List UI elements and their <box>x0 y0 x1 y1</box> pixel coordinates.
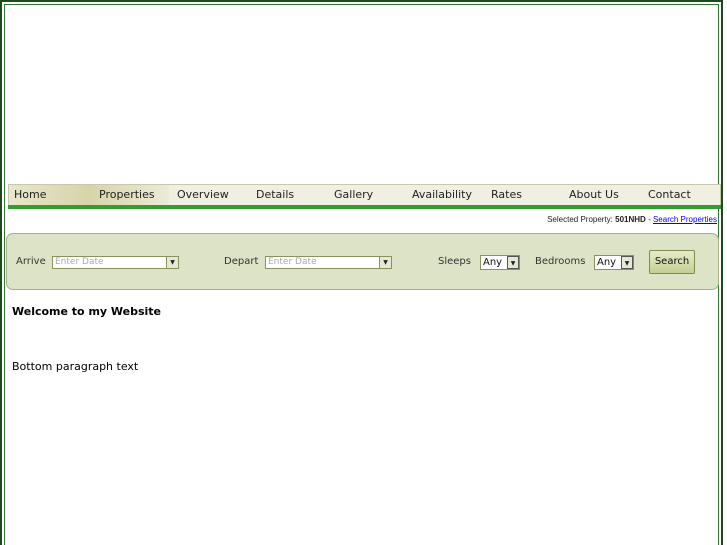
nav-item-properties[interactable]: Properties <box>99 185 155 205</box>
welcome-heading: Welcome to my Website <box>12 305 162 318</box>
nav-item-contact[interactable]: Contact <box>648 185 691 205</box>
arrive-dropdown-icon[interactable]: ▼ <box>166 257 178 268</box>
bedrooms-label: Bedrooms <box>535 256 586 267</box>
selected-property-separator: - <box>648 215 651 224</box>
nav-item-details[interactable]: Details <box>256 185 294 205</box>
search-button[interactable]: Search <box>649 250 695 274</box>
sleeps-dropdown-icon[interactable]: ▼ <box>507 256 519 269</box>
depart-dropdown-icon[interactable]: ▼ <box>379 257 391 268</box>
nav-item-rates[interactable]: Rates <box>491 185 522 205</box>
bedrooms-select[interactable]: Any ▼ <box>594 255 634 270</box>
selected-property-line: Selected Property: 501NHD - Search Prope… <box>547 215 717 224</box>
sleeps-selected-value: Any <box>483 257 503 268</box>
nav-item-home[interactable]: Home <box>14 185 46 205</box>
nav-item-overview[interactable]: Overview <box>177 185 229 205</box>
depart-date-input[interactable]: Enter Date ▼ <box>265 256 392 269</box>
nav-item-about-us[interactable]: About Us <box>569 185 619 205</box>
main-nav: Home Properties Overview Details Gallery… <box>8 184 721 205</box>
sleeps-label: Sleeps <box>438 256 471 267</box>
arrive-date-placeholder: Enter Date <box>55 257 104 267</box>
arrive-label: Arrive <box>16 256 46 267</box>
nav-item-gallery[interactable]: Gallery <box>334 185 373 205</box>
bedrooms-selected-value: Any <box>597 257 617 268</box>
nav-accent-bar <box>8 205 721 209</box>
nav-item-availability[interactable]: Availability <box>412 185 472 205</box>
arrive-date-input[interactable]: Enter Date ▼ <box>52 256 179 269</box>
bedrooms-dropdown-icon[interactable]: ▼ <box>621 256 633 269</box>
depart-date-placeholder: Enter Date <box>268 257 317 267</box>
depart-label: Depart <box>224 256 259 267</box>
selected-property-prefix: Selected Property: <box>547 215 613 224</box>
search-properties-link[interactable]: Search Properties <box>653 215 717 224</box>
search-panel: Arrive Enter Date ▼ Depart Enter Date ▼ … <box>6 233 719 290</box>
selected-property-code: 501NHD <box>615 215 646 224</box>
bottom-paragraph: Bottom paragraph text <box>12 360 139 373</box>
sleeps-select[interactable]: Any ▼ <box>480 255 520 270</box>
